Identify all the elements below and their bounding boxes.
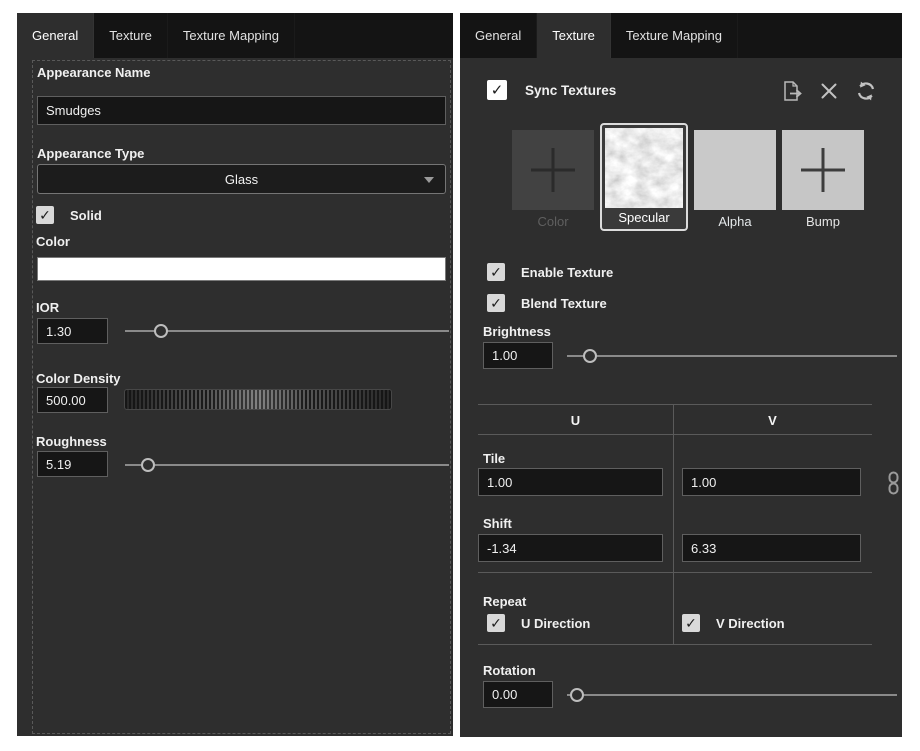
tab-texture-mapping[interactable]: Texture Mapping (611, 13, 738, 58)
sync-textures-checkbox[interactable] (487, 80, 507, 100)
shift-label: Shift (483, 516, 512, 531)
texture-slot-color-label: Color (512, 214, 594, 229)
add-texture-icon (801, 148, 845, 192)
ior-slider[interactable] (125, 324, 449, 339)
repeat-v-label: V Direction (716, 616, 785, 631)
brightness-label: Brightness (483, 324, 551, 339)
texture-slot-color[interactable]: Color (512, 130, 594, 229)
right-tab-bar: General Texture Texture Mapping (460, 13, 902, 58)
link-icon[interactable] (887, 471, 900, 500)
tab-general[interactable]: General (17, 13, 94, 58)
color-density-input[interactable]: 500.00 (37, 387, 108, 413)
tab-texture-mapping[interactable]: Texture Mapping (168, 13, 295, 58)
refresh-icon[interactable] (854, 79, 878, 103)
appearance-type-dropdown[interactable]: Glass (37, 164, 446, 194)
tile-u-input[interactable]: 1.00 (478, 468, 663, 496)
texture-slot-specular-label: Specular (605, 210, 683, 226)
column-divider (673, 404, 674, 644)
blend-texture-checkbox[interactable] (487, 294, 505, 312)
tile-v-input[interactable]: 1.00 (682, 468, 861, 496)
color-density-label: Color Density (36, 371, 121, 386)
add-texture-icon (531, 148, 575, 192)
texture-slot-specular[interactable]: Specular (600, 123, 688, 231)
solid-checkbox[interactable] (36, 206, 54, 224)
color-label: Color (36, 234, 70, 249)
roughness-label: Roughness (36, 434, 107, 449)
divider (478, 404, 872, 405)
tile-label: Tile (483, 451, 505, 466)
texture-toolbar (780, 79, 878, 103)
blend-texture-label: Blend Texture (521, 296, 607, 311)
appearance-name-input[interactable]: Smudges (37, 96, 446, 125)
solid-label: Solid (70, 208, 102, 223)
brightness-slider-track (567, 355, 897, 357)
brightness-input[interactable]: 1.00 (483, 342, 553, 369)
texture-slot-alpha-label: Alpha (694, 214, 776, 229)
rotation-input[interactable]: 0.00 (483, 681, 553, 708)
v-column-header: V (673, 413, 872, 428)
shift-v-input[interactable]: 6.33 (682, 534, 861, 562)
repeat-u-label: U Direction (521, 616, 590, 631)
shift-u-input[interactable]: -1.34 (478, 534, 663, 562)
repeat-label: Repeat (483, 594, 526, 609)
rotation-slider[interactable] (567, 688, 897, 703)
color-swatch[interactable] (37, 257, 446, 281)
divider (478, 434, 872, 435)
export-icon[interactable] (780, 79, 804, 103)
brightness-slider-handle[interactable] (583, 349, 597, 363)
rotation-slider-handle[interactable] (570, 688, 584, 702)
repeat-v-checkbox[interactable] (682, 614, 700, 632)
roughness-slider-handle[interactable] (141, 458, 155, 472)
appearance-type-value: Glass (225, 172, 258, 187)
texture-panel: General Texture Texture Mapping Sync Tex… (460, 13, 902, 737)
delete-icon[interactable] (817, 79, 841, 103)
repeat-u-checkbox[interactable] (487, 614, 505, 632)
divider (478, 572, 872, 573)
roughness-input[interactable]: 5.19 (37, 451, 108, 477)
brightness-slider[interactable] (567, 349, 897, 364)
appearance-type-label: Appearance Type (37, 146, 144, 161)
tab-texture[interactable]: Texture (537, 13, 611, 58)
rotation-slider-track (567, 694, 897, 696)
specular-texture-thumbnail (605, 128, 683, 208)
ior-label: IOR (36, 300, 59, 315)
chevron-down-icon (424, 177, 434, 183)
rotation-label: Rotation (483, 663, 536, 678)
roughness-slider-track (125, 464, 449, 466)
left-tab-bar: General Texture Texture Mapping (17, 13, 453, 58)
enable-texture-label: Enable Texture (521, 265, 613, 280)
texture-slot-row: Color S (512, 123, 864, 231)
appearance-name-label: Appearance Name (37, 65, 150, 80)
divider (478, 644, 872, 645)
sync-textures-label: Sync Textures (525, 83, 616, 98)
texture-slot-bump-label: Bump (782, 214, 864, 229)
texture-slot-bump[interactable]: Bump (782, 130, 864, 229)
texture-slot-alpha[interactable]: Alpha (694, 130, 776, 229)
tab-texture[interactable]: Texture (94, 13, 168, 58)
ior-slider-handle[interactable] (154, 324, 168, 338)
roughness-slider[interactable] (125, 458, 449, 473)
ior-input[interactable]: 1.30 (37, 318, 108, 344)
general-panel: General Texture Texture Mapping Appearan… (17, 13, 453, 736)
ior-slider-track (125, 330, 449, 332)
tab-general[interactable]: General (460, 13, 537, 58)
u-column-header: U (478, 413, 673, 428)
color-density-slider[interactable] (124, 389, 392, 410)
enable-texture-checkbox[interactable] (487, 263, 505, 281)
